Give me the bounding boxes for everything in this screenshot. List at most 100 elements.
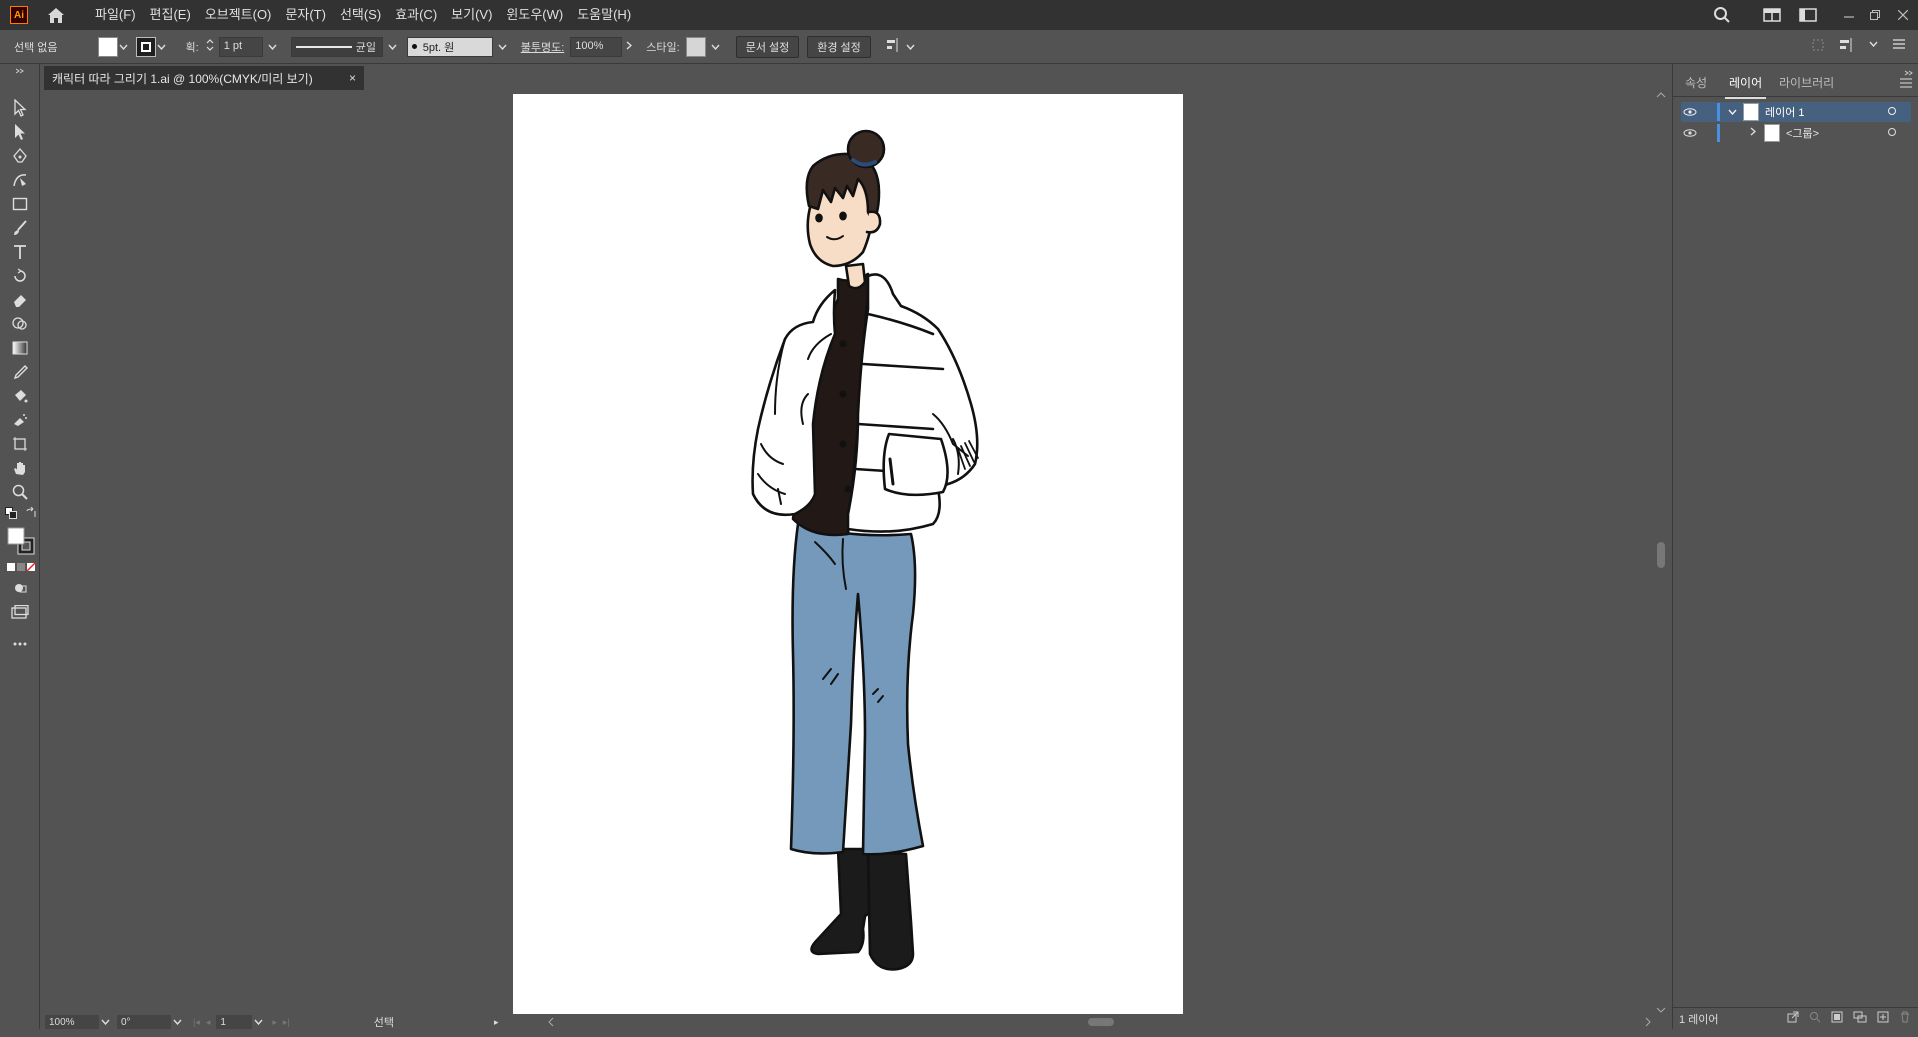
transform-icon[interactable] (1811, 38, 1825, 55)
swap-colors-icon[interactable] (24, 506, 38, 520)
preferences-button[interactable]: 환경 설정 (807, 35, 871, 58)
next-artboard-icon[interactable]: ▸ (272, 1017, 277, 1028)
tab-libraries[interactable]: 라이브러리 (1779, 74, 1834, 91)
menu-view[interactable]: 보기(V) (444, 0, 499, 30)
first-artboard-icon[interactable]: |◂ (193, 1017, 200, 1028)
artboard[interactable] (513, 94, 1183, 1014)
paintbrush-tool-icon[interactable] (10, 218, 30, 238)
zoom-tool-icon[interactable] (10, 482, 30, 502)
menu-file[interactable]: 파일(F) (88, 0, 143, 30)
panel-menu-icon[interactable] (1900, 76, 1912, 91)
status-menu-icon[interactable]: ▸ (494, 1017, 499, 1028)
hand-tool-icon[interactable] (10, 458, 30, 478)
chevron-down-icon[interactable] (99, 1016, 111, 1028)
workspace-switcher-icon[interactable] (1754, 0, 1790, 30)
restore-icon[interactable] (1862, 0, 1888, 30)
menu-edit[interactable]: 편집(E) (143, 0, 198, 30)
target-circle-icon[interactable] (1887, 106, 1897, 119)
search-icon[interactable] (1704, 0, 1740, 30)
horizontal-scroll-thumb[interactable] (1088, 1018, 1114, 1026)
symbol-sprayer-icon[interactable] (10, 410, 30, 430)
arrange-documents-icon[interactable] (1790, 0, 1826, 30)
home-icon[interactable] (46, 5, 66, 25)
trash-icon[interactable] (1899, 1011, 1911, 1026)
eyedropper-tool-icon[interactable] (10, 362, 30, 382)
chevron-down-icon[interactable] (118, 41, 130, 53)
type-tool-icon[interactable] (10, 242, 30, 262)
chevron-down-icon[interactable] (710, 41, 722, 53)
prev-artboard-icon[interactable]: ◂ (206, 1017, 211, 1028)
menu-effect[interactable]: 효과(C) (388, 0, 444, 30)
chevron-down-icon[interactable] (267, 41, 279, 53)
chevron-down-icon[interactable] (1869, 38, 1878, 55)
tab-properties[interactable]: 속성 (1685, 74, 1707, 91)
locate-object-icon[interactable] (1809, 1011, 1821, 1026)
chevron-down-icon[interactable] (497, 41, 509, 53)
rotation-field[interactable]: 0° (117, 1015, 171, 1029)
chevron-down-icon[interactable] (156, 41, 168, 53)
default-colors-icon[interactable] (4, 506, 18, 520)
artboard-tool-icon[interactable] (10, 434, 30, 454)
more-tools-icon[interactable] (10, 634, 30, 654)
character-illustration[interactable] (513, 94, 1183, 1014)
menu-window[interactable]: 윈도우(W) (499, 0, 570, 30)
fill-swatch[interactable] (97, 36, 118, 57)
layer-name[interactable]: 레이어 1 (1765, 104, 1805, 120)
align-options-icon[interactable] (885, 37, 901, 56)
chevron-down-icon[interactable] (252, 1016, 264, 1028)
chevron-down-icon[interactable] (387, 41, 399, 53)
menu-type[interactable]: 문자(T) (278, 0, 333, 30)
target-circle-icon[interactable] (1887, 127, 1897, 140)
rotate-tool-icon[interactable] (10, 266, 30, 286)
artboard-number-field[interactable]: 1 (216, 1015, 253, 1029)
collapse-panel-icon[interactable] (10, 66, 30, 76)
close-window-icon[interactable] (1888, 0, 1918, 30)
eraser-tool-icon[interactable] (10, 290, 30, 310)
menu-select[interactable]: 선택(S) (333, 0, 388, 30)
style-swatch[interactable] (685, 36, 706, 57)
layer-row-layer1[interactable]: 레이어 1 (1681, 102, 1911, 122)
vertical-scrollbar[interactable] (1653, 90, 1669, 1015)
close-icon[interactable]: × (349, 71, 356, 85)
panel-menu-icon[interactable] (1892, 38, 1906, 55)
shape-builder-tool-icon[interactable] (10, 314, 30, 334)
minimize-icon[interactable] (1836, 0, 1862, 30)
pen-tool-icon[interactable] (10, 146, 30, 166)
chevron-right-icon[interactable] (626, 40, 633, 53)
layer-row-group[interactable]: <그룹> (1681, 123, 1911, 143)
horizontal-scrollbar[interactable] (546, 1015, 1653, 1029)
color-mode-icons[interactable] (6, 561, 36, 573)
export-icon[interactable] (1787, 1011, 1799, 1026)
stroke-stepper-icon[interactable] (205, 37, 215, 56)
opacity-label[interactable]: 불투명도: (521, 39, 565, 55)
fill-stroke-widget[interactable] (6, 526, 36, 556)
chevron-down-icon[interactable] (171, 1016, 183, 1028)
gradient-tool-icon[interactable] (10, 338, 30, 358)
live-paint-bucket-icon[interactable] (10, 386, 30, 406)
selection-tool-icon[interactable] (10, 98, 30, 118)
chevron-right-icon[interactable] (1750, 127, 1757, 139)
align-panel-icon[interactable] (1839, 38, 1855, 55)
stroke-swatch[interactable] (135, 36, 156, 57)
chevron-down-icon[interactable] (905, 41, 917, 53)
visibility-eye-icon[interactable] (1681, 108, 1699, 116)
last-artboard-icon[interactable]: ▸| (283, 1017, 290, 1028)
new-sublayer-icon[interactable] (1853, 1011, 1867, 1026)
make-clipping-mask-icon[interactable] (1831, 1011, 1843, 1026)
stroke-profile-select[interactable]: 균일 (290, 36, 383, 57)
document-setup-button[interactable]: 문서 설정 (735, 35, 800, 58)
draw-mode-icon[interactable] (10, 578, 30, 598)
menu-help[interactable]: 도움말(H) (570, 0, 638, 30)
curvature-tool-icon[interactable] (10, 170, 30, 190)
rectangle-tool-icon[interactable] (10, 194, 30, 214)
brush-select[interactable]: 5pt. 원 (406, 36, 493, 57)
direct-selection-tool-icon[interactable] (10, 122, 30, 142)
zoom-field[interactable]: 100% (45, 1015, 99, 1029)
vertical-scroll-thumb[interactable] (1657, 542, 1665, 568)
opacity-input[interactable]: 100% (570, 36, 623, 57)
visibility-eye-icon[interactable] (1681, 129, 1699, 137)
group-name[interactable]: <그룹> (1786, 125, 1819, 141)
screen-mode-icon[interactable] (10, 602, 30, 622)
menu-object[interactable]: 오브젝트(O) (198, 0, 279, 30)
stroke-weight-input[interactable]: 1 pt (218, 36, 263, 57)
